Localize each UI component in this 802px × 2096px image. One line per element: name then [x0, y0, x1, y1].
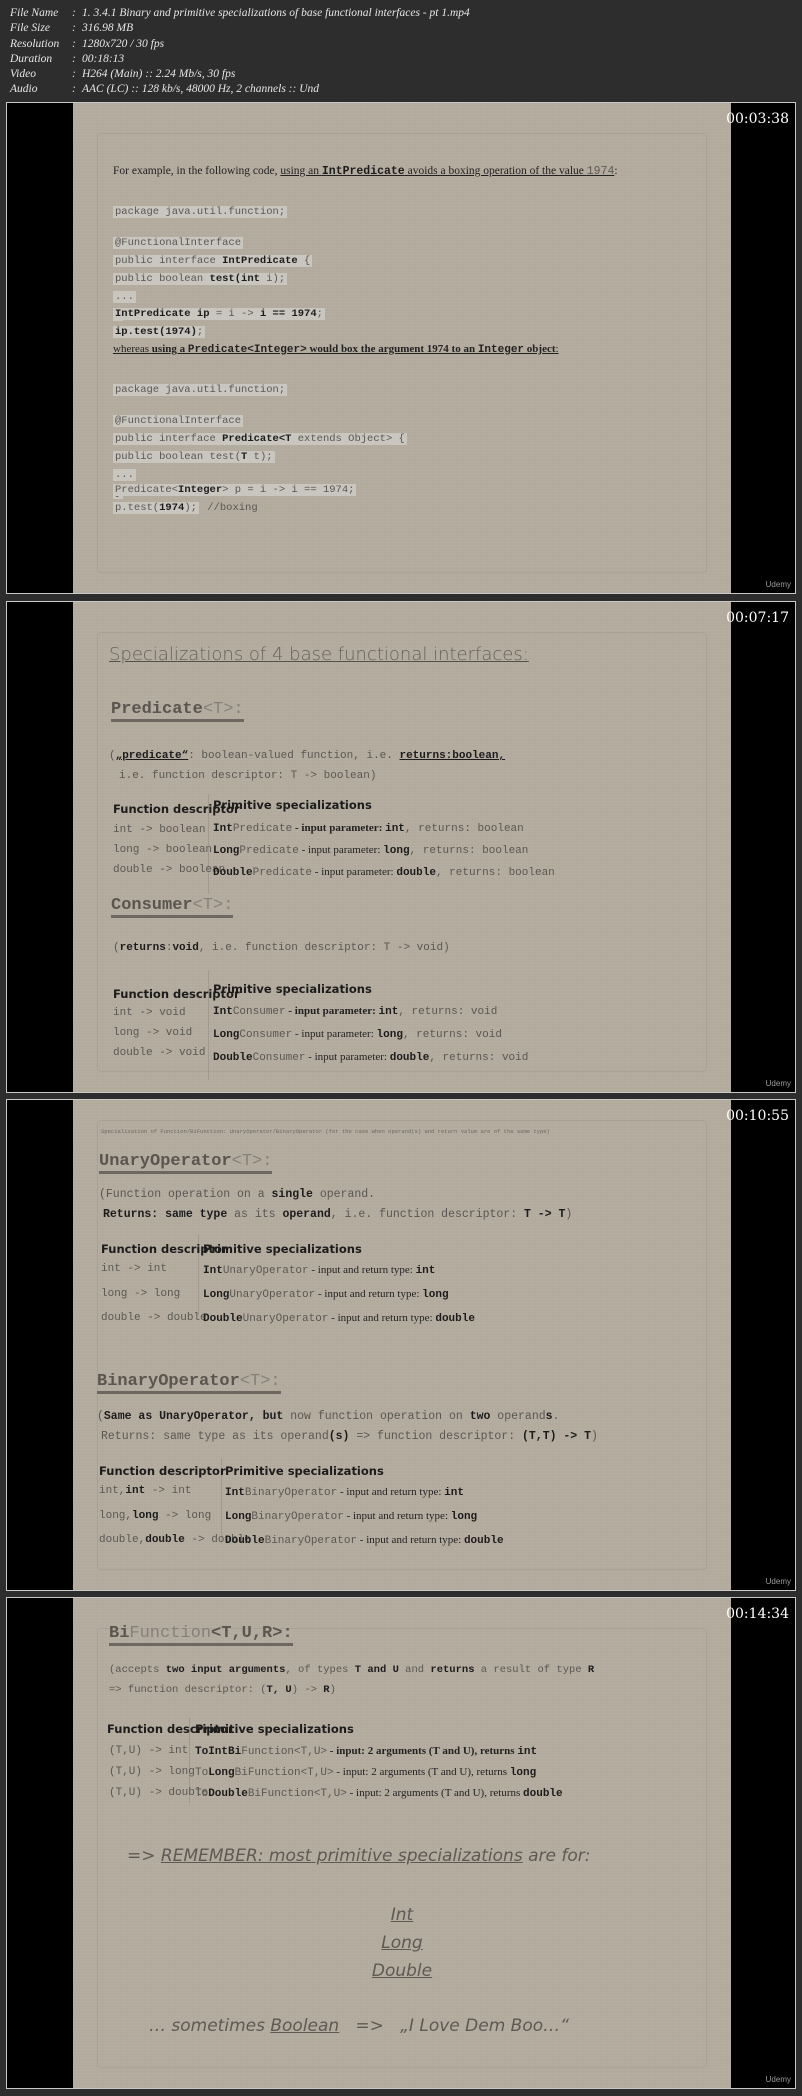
table-row-spec: DoublePredicate - input parameter: doubl…: [213, 866, 555, 879]
type-double: Double: [371, 1961, 433, 1981]
slide: For example, in the following code, usin…: [73, 103, 731, 593]
table-row-spec: IntBinaryOperator - input and return typ…: [225, 1486, 464, 1499]
slide: BiFunction<T,U,R>: (accepts two input ar…: [73, 1598, 731, 2088]
col-header-primitive-specializations: Primitive specializations: [213, 982, 372, 996]
file-info-header: File Name:1. 3.4.1 Binary and primitive …: [10, 6, 470, 98]
udemy-logo-icon: Udemy: [765, 2075, 791, 2084]
slide: Specializations of 4 base functional int…: [73, 602, 731, 1092]
video-frame-1: For example, in the following code, usin…: [6, 102, 796, 594]
table-row-fd: (T,U) -> double: [109, 1787, 209, 1799]
col-header-primitive-specializations: Primitive specializations: [213, 798, 372, 812]
table-row-fd: long -> boolean: [113, 844, 213, 856]
bifunction-description-line2: => function descriptor: (T, U) -> R): [109, 1684, 336, 1696]
bifunction-description-line1: (accepts two input arguments, of types T…: [109, 1664, 595, 1676]
table-row-spec: DoubleConsumer - input parameter: double…: [213, 1051, 529, 1064]
table-row-fd: (T,U) -> long: [109, 1766, 195, 1778]
timestamp: 00:14:34: [726, 1606, 789, 1622]
table-row-fd: int -> void: [113, 1007, 186, 1019]
table-row-fd: double -> boolean: [113, 864, 226, 876]
unary-description-line1: (Function operation on a single operand.: [99, 1188, 376, 1201]
col-header-primitive-specializations: Primitive specializations: [195, 1722, 354, 1736]
video-frame-2: Specializations of 4 base functional int…: [6, 601, 796, 1093]
whereas-text: whereas using a Predicate<Integer> would…: [113, 343, 559, 356]
slide-subtitle: Specialization of Function/BiFunction: U…: [101, 1128, 550, 1135]
file-info-row: File Name:1. 3.4.1 Binary and primitive …: [10, 7, 470, 19]
type-long: Long: [381, 1933, 423, 1953]
code-block-intpredicate-usage: IntPredicate ip = i -> i == 1974; ip.tes…: [113, 308, 325, 338]
col-header-primitive-specializations: Primitive specializations: [203, 1242, 362, 1256]
intro-text: For example, in the following code, usin…: [113, 165, 618, 178]
timestamp: 00:10:55: [726, 1108, 789, 1124]
file-info-row: File Size:316.98 MB: [10, 22, 134, 35]
file-info-row: Video: H264 (Main) :: 2.24 Mb/s, 30 fps: [10, 68, 236, 81]
bifunction-heading: BiFunction<T,U,R>:: [109, 1624, 293, 1646]
table-row-spec: DoubleUnaryOperator - input and return t…: [203, 1312, 475, 1325]
slide: Specialization of Function/BiFunction: U…: [73, 1100, 731, 1590]
unary-description-line2: Returns: same type as its operand, i.e. …: [103, 1208, 573, 1221]
table-row-fd: int -> int: [101, 1263, 168, 1275]
video-frame-4: BiFunction<T,U,R>: (accepts two input ar…: [6, 1597, 796, 2089]
table-row-spec: DoubleBinaryOperator - input and return …: [225, 1534, 504, 1547]
slide-title: Specializations of 4 base functional int…: [109, 644, 529, 665]
table-row-spec: ToIntBiFunction<T,U> - input: 2 argument…: [195, 1745, 538, 1758]
consumer-heading: Consumer<T>:: [111, 896, 234, 918]
table-row-spec: ToLongBiFunction<T,U> - input: 2 argumen…: [195, 1766, 537, 1779]
table-row-spec: LongPredicate - input parameter: long, r…: [213, 844, 529, 857]
table-row-fd: long,long -> long: [99, 1510, 212, 1522]
consumer-description: (returns:void, i.e. function descriptor:…: [113, 942, 450, 954]
table-row-fd: double -> double: [101, 1312, 207, 1324]
udemy-logo-icon: Udemy: [765, 580, 791, 589]
udemy-logo-icon: Udemy: [765, 1577, 791, 1586]
remember-text: => REMEMBER: most primitive specializati…: [127, 1846, 591, 1866]
timestamp: 00:03:38: [726, 111, 789, 127]
file-info-row: Duration:00:18:13: [10, 52, 125, 65]
col-header-primitive-specializations: Primitive specializations: [225, 1464, 384, 1478]
type-int: Int: [390, 1905, 414, 1925]
table-row-spec: LongConsumer - input parameter: long, re…: [213, 1028, 502, 1041]
table-row-fd: long -> void: [113, 1027, 193, 1039]
predicate-heading: Predicate<T>:: [111, 700, 244, 722]
table-row-fd: (T,U) -> int: [109, 1745, 189, 1757]
table-row-spec: IntUnaryOperator - input and return type…: [203, 1264, 436, 1277]
col-header-function-descriptor: Function descriptor: [99, 1464, 226, 1478]
table-row-spec: IntPredicate - input parameter: int, ret…: [213, 822, 524, 835]
video-frame-3: Specialization of Function/BiFunction: U…: [6, 1099, 796, 1591]
sometimes-boolean-text: … sometimes Boolean => „I Love Dem Boo…“: [149, 2016, 569, 2036]
table-row-spec: LongBinaryOperator - input and return ty…: [225, 1510, 478, 1523]
code-block-predicate-usage: Predicate<Integer> p = i -> i == 1974; p…: [113, 484, 357, 514]
file-info-row: Audio: AAC (LC) :: 128 kb/s, 48000 Hz, 2 …: [10, 83, 320, 96]
table-row-fd: double -> void: [113, 1047, 206, 1059]
table-row-spec: ToDoubleBiFunction<T,U> - input: 2 argum…: [195, 1787, 563, 1800]
table-row-spec: LongUnaryOperator - input and return typ…: [203, 1288, 449, 1301]
table-row-fd: int,int -> int: [99, 1485, 192, 1497]
udemy-logo-icon: Udemy: [765, 1079, 791, 1088]
unaryoperator-heading: UnaryOperator<T>:: [99, 1152, 273, 1174]
binary-description-line2: Returns: same type as its operand(s) => …: [101, 1430, 598, 1443]
file-info-row: Resolution:1280x720 / 30 fps: [10, 37, 165, 50]
binary-description-line1: (Same as UnaryOperator, but now function…: [97, 1410, 560, 1423]
table-row-fd: int -> boolean: [113, 824, 206, 836]
timestamp: 00:07:17: [726, 610, 789, 626]
table-row-spec: IntConsumer - input parameter: int, retu…: [213, 1005, 498, 1018]
predicate-description: („predicate“: boolean-valued function, i…: [109, 750, 506, 762]
table-row-fd: long -> long: [101, 1288, 181, 1300]
predicate-descriptor: i.e. function descriptor: T -> boolean): [119, 770, 377, 782]
binaryoperator-heading: BinaryOperator<T>:: [97, 1372, 281, 1394]
